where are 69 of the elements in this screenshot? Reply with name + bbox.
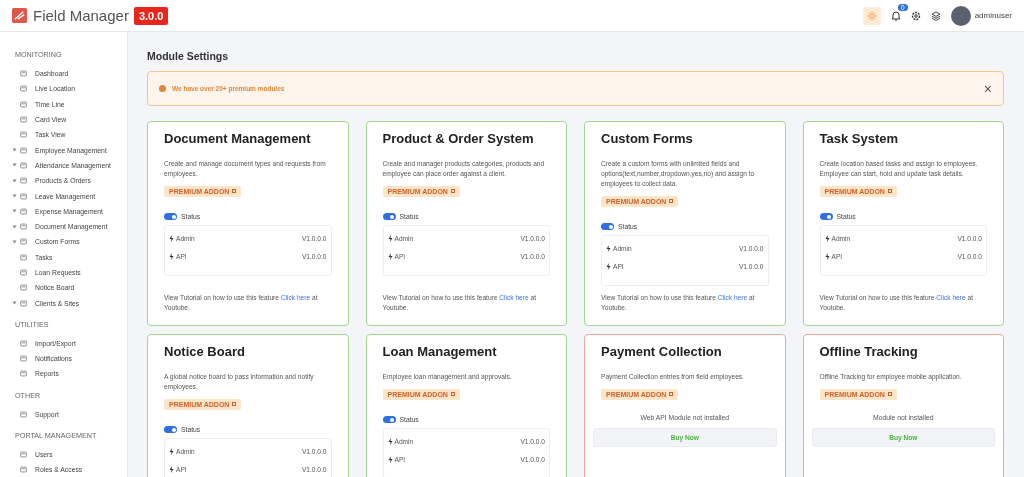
menu-item-icon (20, 146, 27, 154)
module-title: Task System (819, 131, 900, 146)
menu-item-icon (20, 161, 27, 169)
bolt-icon (169, 235, 174, 243)
menu-item-icon (20, 466, 27, 474)
status-toggle[interactable] (164, 213, 177, 220)
bolt-icon (606, 262, 611, 270)
menu-item-icon (20, 410, 27, 418)
info-icon (159, 85, 166, 92)
menu-item-icon (20, 223, 27, 231)
user-avatar[interactable] (950, 5, 971, 26)
menu-item-icon (20, 207, 27, 215)
sun-icon (866, 10, 877, 21)
status-toggle[interactable] (164, 426, 177, 433)
settings-icon[interactable] (910, 10, 921, 21)
logo-icon (12, 8, 27, 23)
caret-icon[interactable] (12, 301, 17, 306)
theme-toggle-button[interactable] (862, 6, 881, 25)
menu-item-icon (20, 253, 27, 261)
bolt-icon (387, 455, 393, 463)
module-title: Notice Board (164, 344, 246, 359)
status-toggle[interactable] (601, 223, 614, 230)
status-toggle[interactable] (382, 416, 396, 423)
bolt-icon (169, 448, 174, 456)
module-title: Custom Forms (601, 131, 694, 146)
menu-item-icon (20, 269, 27, 276)
menu-item-icon (20, 299, 27, 307)
close-button[interactable]: × (983, 80, 992, 97)
caret-icon[interactable] (12, 239, 17, 244)
module-title: Payment Collection (601, 344, 723, 359)
caret-icon[interactable] (12, 224, 17, 229)
bolt-icon (606, 245, 611, 253)
menu-item-icon (20, 85, 27, 93)
bolt-icon (169, 252, 174, 260)
caret-icon[interactable] (12, 163, 17, 168)
module-title: Offline Tracking (819, 344, 919, 359)
menu-item-icon (20, 451, 27, 459)
bolt-icon (387, 235, 393, 243)
menu-item-icon (20, 116, 27, 124)
bolt-icon (824, 252, 830, 260)
module-title: Loan Management (382, 344, 498, 359)
menu-item-icon (20, 284, 27, 292)
caret-icon[interactable] (12, 209, 17, 214)
page-title: Module Settings (147, 50, 230, 62)
menu-item-icon (20, 70, 27, 78)
caret-icon[interactable] (12, 148, 17, 153)
bell-icon[interactable] (890, 10, 901, 21)
user-name[interactable]: adminuser (974, 11, 1012, 20)
caret-icon[interactable] (12, 178, 17, 183)
caret-icon[interactable] (12, 194, 17, 198)
module-title: Product & Order System (382, 131, 535, 146)
status-toggle[interactable] (819, 213, 833, 220)
menu-item-icon (20, 355, 27, 363)
menu-item-icon (20, 238, 27, 246)
version-badge: 3.0.0 (133, 6, 169, 25)
menu-item-icon (20, 370, 27, 378)
menu-item-icon (20, 339, 27, 347)
menu-item-icon (20, 100, 27, 108)
menu-item-icon (20, 131, 27, 139)
brand-name: Field Manager (33, 7, 129, 24)
menu-item-icon (20, 177, 27, 185)
bolt-icon (387, 252, 393, 260)
bolt-icon (387, 438, 393, 446)
menu-item-icon (20, 192, 27, 200)
bolt-icon (824, 235, 830, 243)
layers-icon[interactable] (930, 10, 941, 21)
status-toggle[interactable] (382, 213, 396, 220)
module-title: Document Management (164, 131, 312, 146)
bolt-icon (169, 465, 174, 473)
